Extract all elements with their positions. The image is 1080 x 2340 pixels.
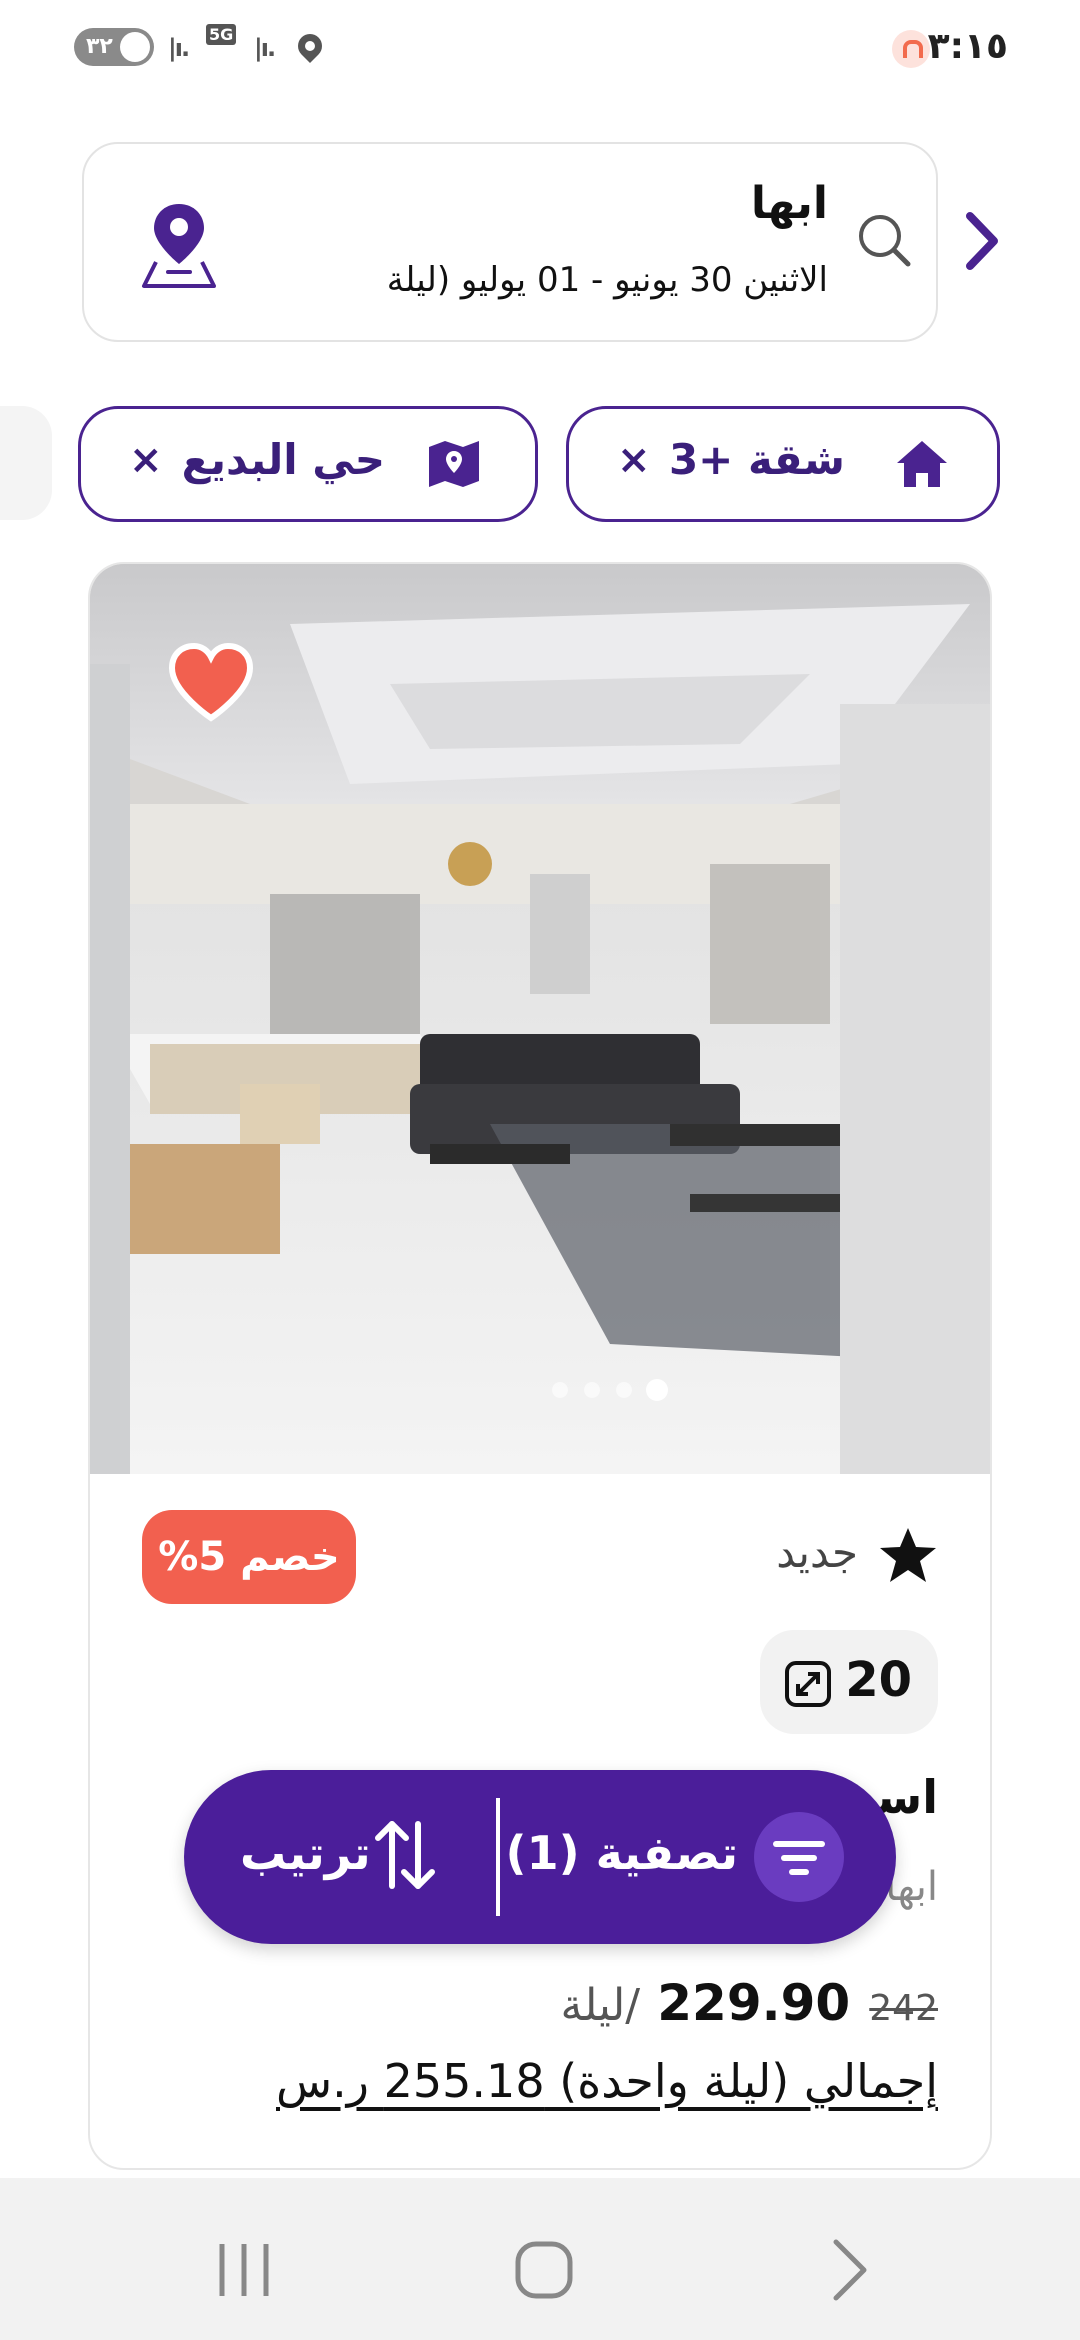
- sort-label: ترتيب: [240, 1826, 371, 1880]
- chip-label: شقة +3: [668, 435, 845, 484]
- price-row: 242 229.90 /ليلة: [560, 1974, 938, 2032]
- map-icon: [429, 441, 479, 487]
- favorite-heart-icon[interactable]: [166, 640, 256, 724]
- signal-icon: |ı.: [254, 34, 276, 62]
- pagination-dot[interactable]: [616, 1382, 632, 1398]
- network-5g-icon: 5G: [206, 24, 237, 45]
- home-button-icon[interactable]: [504, 2230, 584, 2310]
- price: 229.90: [657, 1974, 851, 2032]
- search-dates: الاثنين 30 يونيو - 01 يوليو (ليلة: [386, 260, 828, 300]
- area-pill: 20: [760, 1630, 938, 1734]
- side-scroll-tab[interactable]: [0, 406, 52, 520]
- filter-label: تصفية (1): [505, 1826, 738, 1880]
- map-pin-icon[interactable]: [140, 200, 218, 290]
- filter-icon: [754, 1812, 844, 1902]
- divider: [496, 1798, 500, 1916]
- sort-button[interactable]: ترتيب: [184, 1770, 496, 1944]
- recent-apps-icon[interactable]: [204, 2230, 284, 2310]
- search-icon: [859, 215, 911, 267]
- back-icon[interactable]: [806, 2230, 886, 2310]
- pagination-dot-active[interactable]: [646, 1379, 668, 1401]
- home-icon: [897, 441, 947, 487]
- new-label: جديد: [776, 1528, 858, 1577]
- chip-label: حي البديع: [181, 435, 385, 484]
- sort-arrows-icon: [375, 1821, 435, 1889]
- old-price: 242: [869, 1988, 938, 2029]
- close-icon[interactable]: ×: [129, 437, 163, 483]
- app-notification-icon: [892, 30, 930, 68]
- battery-indicator: ٣٢: [74, 28, 154, 66]
- system-nav-bar: [0, 2178, 1080, 2340]
- filter-button[interactable]: تصفية (1): [500, 1770, 896, 1944]
- search-city: ابها: [750, 178, 828, 229]
- status-bar: ٣٢ |ı. 5G |ı. ٣:١٥: [0, 0, 1080, 100]
- filter-chip-apartment[interactable]: شقة +3 ×: [566, 406, 1000, 522]
- expand-icon: [785, 1661, 831, 1707]
- pagination-dot[interactable]: [584, 1382, 600, 1398]
- back-chevron-icon[interactable]: [960, 208, 1004, 274]
- total-price-link[interactable]: إجمالي (ليلة واحدة) 255.18 ر.س: [276, 2054, 938, 2108]
- discount-badge: خصم 5%: [142, 1510, 356, 1604]
- area-value: 20: [845, 1652, 912, 1708]
- per-night-label: /ليلة: [560, 1980, 641, 2031]
- filter-chip-district[interactable]: حي البديع ×: [78, 406, 538, 522]
- status-time: ٣:١٥: [927, 26, 1008, 67]
- close-icon[interactable]: ×: [617, 437, 651, 483]
- signal-icon: |ı.: [168, 34, 190, 62]
- search-summary[interactable]: ابها الاثنين 30 يونيو - 01 يوليو (ليلة: [82, 142, 938, 342]
- star-icon: [880, 1528, 936, 1582]
- pagination-dot[interactable]: [552, 1382, 568, 1398]
- listing-photo[interactable]: [90, 564, 990, 1474]
- location-status-icon: [293, 29, 327, 63]
- filter-sort-bar: تصفية (1) ترتيب: [184, 1770, 896, 1944]
